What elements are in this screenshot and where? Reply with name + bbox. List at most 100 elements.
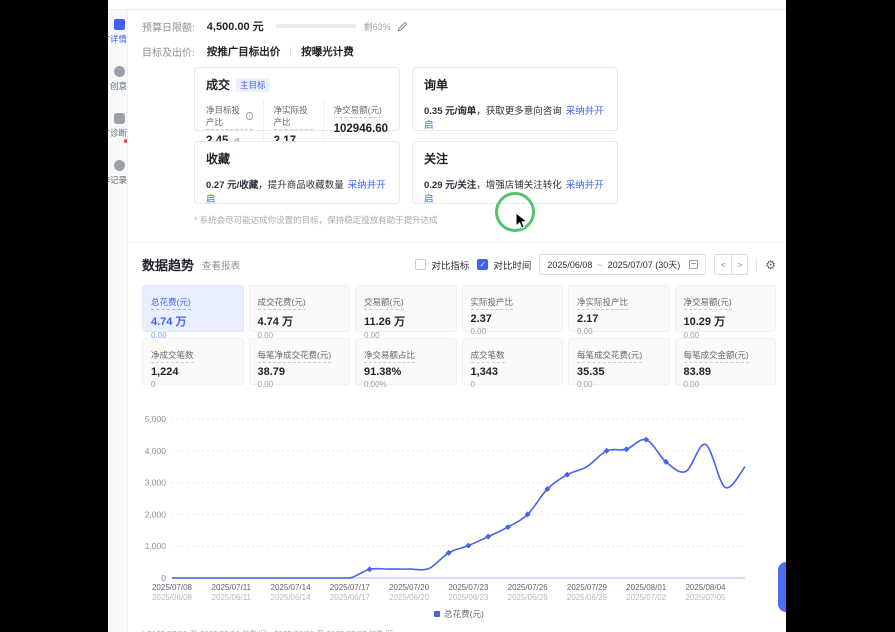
svg-text:2025/06/23: 2025/06/23 xyxy=(448,593,489,602)
metric-label: 交易额(元) xyxy=(364,296,404,310)
svg-text:2025/07/11: 2025/07/11 xyxy=(212,583,252,592)
line-chart-svg[interactable]: 01,0002,0003,0004,0005,0002025/07/082025… xyxy=(142,411,786,603)
metric-label: 成交笔数 xyxy=(471,349,505,363)
svg-text:2,000: 2,000 xyxy=(145,509,167,519)
edit-budget-icon[interactable] xyxy=(397,21,408,32)
primary-goal-badge: 主目标 xyxy=(236,78,270,92)
metric-value: 1,224 xyxy=(151,366,235,378)
goal-card-title: 询单 xyxy=(424,76,448,93)
goal-card-metrics: 净目标投产比i 2.45 净实际投产比 2.17 xyxy=(206,100,388,147)
goal-card-title: 成交 xyxy=(206,76,230,93)
sidebar-item-1[interactable]: 创意 xyxy=(108,66,128,104)
metric-card-10[interactable]: 每笔成交花费(元)35.350.00 xyxy=(568,338,670,385)
metric-compare-value: 0 xyxy=(151,380,235,389)
next-period-button[interactable]: > xyxy=(731,254,748,275)
prev-period-button[interactable]: < xyxy=(714,254,731,275)
goal-card-title: 关注 xyxy=(424,150,448,167)
metric-cards-grid: 总花费(元)4.74 万0.00成交花费(元)4.74 万0.00交易额(元)1… xyxy=(142,285,776,385)
compare-metric-label: 对比指标 xyxy=(431,258,469,272)
sidebar-item-3[interactable]: 操作记录 xyxy=(108,160,128,198)
metric-card-1[interactable]: 成交花费(元)4.74 万0.00 xyxy=(249,285,351,332)
settings-gear-icon[interactable]: ⚙ xyxy=(765,259,776,271)
svg-text:4,000: 4,000 xyxy=(145,446,167,456)
svg-text:2025/07/29: 2025/07/29 xyxy=(567,583,608,592)
goal-note: * 系统会尽可能达成你设置的目标，保持稳定投放有助于提升达成 xyxy=(194,214,776,226)
compare-time-label: 对比时间 xyxy=(493,258,531,272)
compare-metric-checkbox[interactable] xyxy=(415,259,426,270)
app-window: 推广详情创意推广诊断操作记录 预算日限额: 4,500.00 元 剩63% 目标… xyxy=(108,0,786,632)
metric-compare-value: 0.00 xyxy=(684,380,768,389)
trend-controls: 对比指标 ✓ 对比时间 2025/06/08 ~ 2025/07/07 (30天… xyxy=(415,254,776,275)
metric-compare-value: 0 xyxy=(471,380,555,389)
goal-cards-grid: 成交 主目标 净目标投产比i 2.45 xyxy=(194,67,618,204)
goal-metric-label: 净目标投产比 xyxy=(206,104,244,128)
trend-chart: 01,0002,0003,0004,0005,0002025/07/082025… xyxy=(142,411,776,608)
goal-card-inquiry[interactable]: 询单 0.35 元/询单，获取更多意向咨询采纳并开启 xyxy=(412,67,618,131)
sidebar-item-label: 推广诊断 xyxy=(108,127,128,139)
suggest-price: 0.27 元/收藏 xyxy=(206,180,258,191)
metric-card-11[interactable]: 每笔成交金额(元)83.890.00 xyxy=(675,338,777,385)
svg-text:2025/07/26: 2025/07/26 xyxy=(508,583,549,592)
goal-metric-label: 净交易额(元) xyxy=(334,104,382,118)
metric-value: 2.17 xyxy=(577,313,661,325)
goal-pricing-row: 目标及出价: 按推广目标出价 按曝光计费 xyxy=(142,44,776,59)
svg-text:2025/07/08: 2025/07/08 xyxy=(152,583,193,592)
svg-text:2025/06/17: 2025/06/17 xyxy=(330,593,371,602)
metric-card-8[interactable]: 净交易额占比91.38%0.00% xyxy=(355,338,457,385)
suggest-price: 0.29 元/关注 xyxy=(424,180,476,191)
metric-label: 总花费(元) xyxy=(151,296,191,310)
sidebar-item-0[interactable]: 推广详情 xyxy=(108,19,128,57)
budget-label: 预算日限额: xyxy=(142,19,195,34)
sidebar-item-2[interactable]: 推广诊断 xyxy=(108,113,128,151)
svg-text:2025/07/05: 2025/07/05 xyxy=(685,593,726,602)
metric-card-7[interactable]: 每笔净成交花费(元)38.790.00 xyxy=(249,338,351,385)
metric-card-2[interactable]: 交易额(元)11.26 万0.00 xyxy=(355,285,457,332)
metric-value: 1,343 xyxy=(471,366,555,378)
metric-card-0[interactable]: 总花费(元)4.74 万0.00 xyxy=(142,285,244,332)
camera-icon xyxy=(114,113,125,124)
goal-pricing-label: 目标及出价: xyxy=(142,44,195,59)
metric-compare-value: 0.00 xyxy=(471,327,555,336)
view-report-link[interactable]: 查看报表 xyxy=(202,258,240,272)
goal-metric: 净实际投产比 2.17 xyxy=(274,100,324,147)
goal-card-favorite[interactable]: 收藏 0.27 元/收藏，提升商品收藏数量采纳并开启 xyxy=(194,141,400,204)
metric-label: 每笔成交花费(元) xyxy=(577,349,642,363)
legend-label[interactable]: 总花费(元) xyxy=(444,608,484,620)
svg-text:2025/06/20: 2025/06/20 xyxy=(389,593,430,602)
metric-label: 净交易额(元) xyxy=(684,296,732,310)
metric-label: 成交花费(元) xyxy=(258,296,306,310)
collapsed-side-panel-tab[interactable] xyxy=(778,562,786,612)
budget-progress-bar xyxy=(276,24,356,28)
info-icon[interactable]: i xyxy=(246,112,252,120)
metric-card-3[interactable]: 实际投产比2.370.00 xyxy=(462,285,564,332)
sidebar-item-label: 创意 xyxy=(108,80,128,92)
suggest-desc: ，提升商品收藏数量 xyxy=(258,180,344,191)
metric-card-5[interactable]: 净交易额(元)10.29 万0.00 xyxy=(675,285,777,332)
tab-pricing-by-impression[interactable]: 按曝光计费 xyxy=(301,44,354,59)
metric-card-4[interactable]: 净实际投产比2.170.00 xyxy=(568,285,670,332)
svg-text:2025/07/23: 2025/07/23 xyxy=(448,583,489,592)
main-panel: 预算日限额: 4,500.00 元 剩63% 目标及出价: 按推广目标出价 按曝… xyxy=(128,10,786,632)
metric-label: 实际投产比 xyxy=(471,296,514,310)
metric-value: 2.37 xyxy=(471,313,555,325)
metric-value: 10.29 万 xyxy=(684,313,768,329)
date-range-input[interactable]: 2025/06/08 ~ 2025/07/07 (30天) xyxy=(539,254,706,275)
metric-label: 净交易额占比 xyxy=(364,349,415,363)
goal-card-deal[interactable]: 成交 主目标 净目标投产比i 2.45 xyxy=(194,67,400,131)
goal-card-title: 收藏 xyxy=(206,150,230,167)
goal-metric: 净目标投产比i 2.45 xyxy=(206,100,264,147)
svg-text:2025/07/02: 2025/07/02 xyxy=(626,593,667,602)
svg-text:2025/07/14: 2025/07/14 xyxy=(271,583,312,592)
tab-pricing-by-goal[interactable]: 按推广目标出价 xyxy=(207,44,281,59)
metric-card-6[interactable]: 净成交笔数1,2240 xyxy=(142,338,244,385)
mini-sidebar: 推广详情创意推广诊断操作记录 xyxy=(108,10,128,632)
date-start: 2025/06/08 xyxy=(547,260,592,270)
goal-card-follow[interactable]: 关注 0.29 元/关注，增强店铺关注转化采纳并开启 xyxy=(412,141,618,204)
svg-text:2025/07/20: 2025/07/20 xyxy=(389,583,430,592)
suggest-desc: ，获取更多意向咨询 xyxy=(476,106,562,117)
metric-card-9[interactable]: 成交笔数1,3430 xyxy=(462,338,564,385)
compare-time-checkbox[interactable]: ✓ xyxy=(477,259,488,270)
svg-text:0: 0 xyxy=(161,573,166,583)
section-divider xyxy=(128,242,786,243)
calendar-icon xyxy=(689,260,698,269)
